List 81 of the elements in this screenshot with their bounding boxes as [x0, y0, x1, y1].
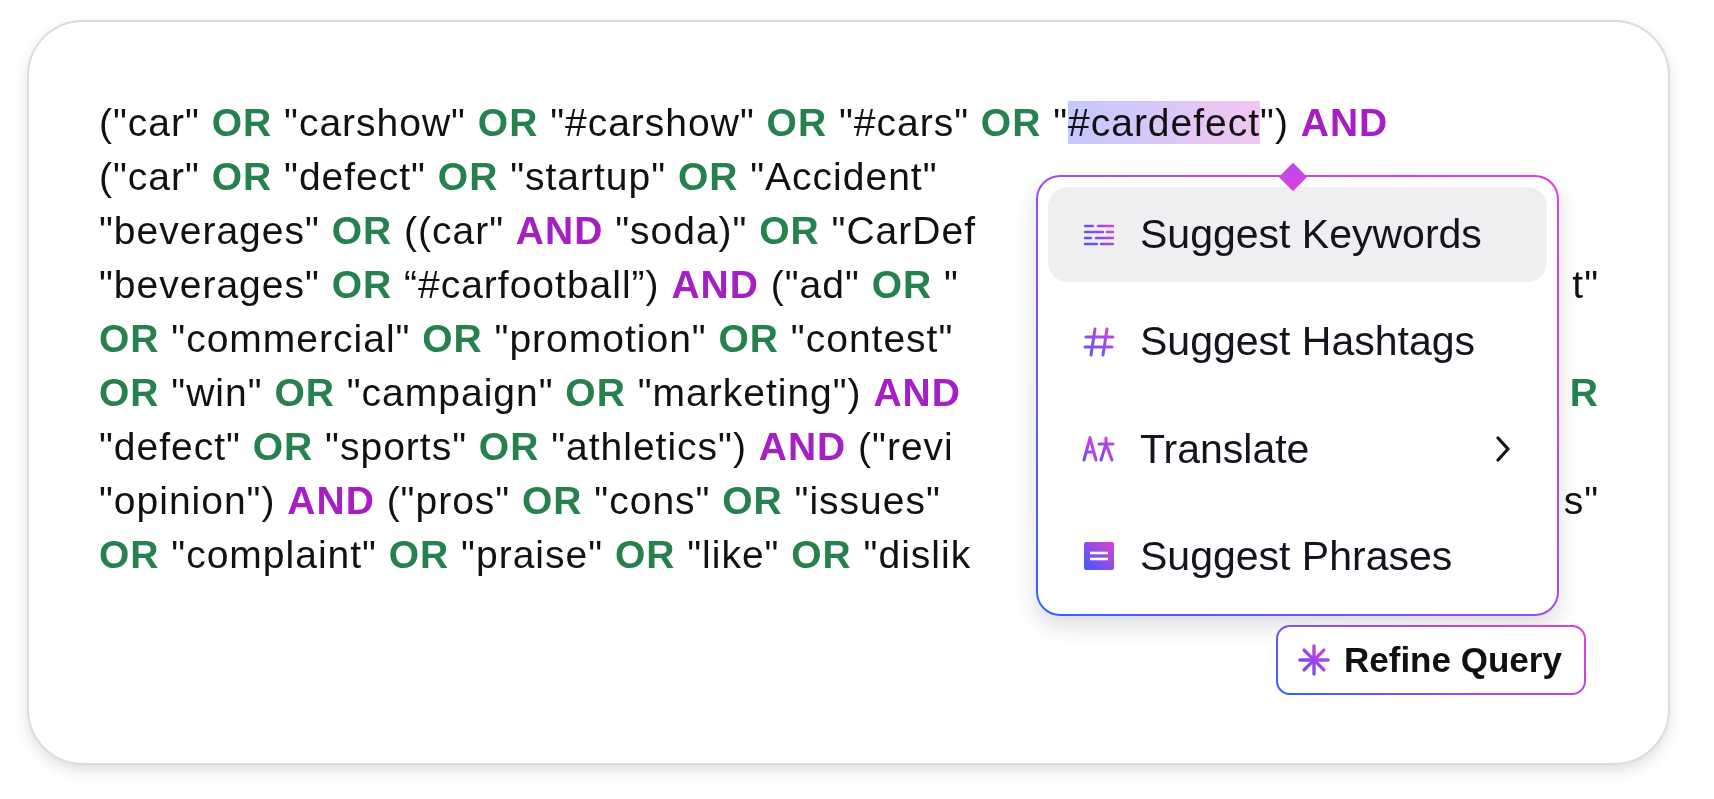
- hashtag-icon: [1082, 325, 1116, 358]
- or-operator: OR: [871, 263, 933, 306]
- query-text: "commercial": [170, 317, 412, 360]
- query-text: ("pros": [385, 479, 512, 522]
- or-operator: OR: [331, 263, 393, 306]
- or-operator: OR: [331, 209, 393, 252]
- query-text: "dislik: [862, 533, 972, 576]
- or-operator: OR: [980, 101, 1042, 144]
- or-operator: OR: [565, 371, 626, 414]
- query-text: "cons": [593, 479, 712, 522]
- or-operator: OR: [99, 371, 160, 414]
- or-operator: OR: [99, 533, 160, 576]
- or-operator: OR: [252, 425, 314, 468]
- query-text: "): [1260, 101, 1290, 144]
- highlighted-term: #cardefect: [1068, 101, 1261, 144]
- lines-icon: [1082, 222, 1116, 247]
- query-text: ("car": [99, 155, 201, 198]
- and-operator: AND: [515, 209, 604, 252]
- query-text: "#carshow": [549, 101, 756, 144]
- query-text: "beverages": [99, 209, 321, 252]
- query-text: "praise": [460, 533, 605, 576]
- query-text: "contest": [789, 317, 954, 360]
- query-text: ": [943, 263, 959, 306]
- refine-query-button[interactable]: Refine Query: [1276, 625, 1586, 695]
- or-operator: OR: [614, 533, 676, 576]
- query-text: "issues": [793, 479, 941, 522]
- or-operator: OR: [422, 317, 483, 360]
- query-text: ("revi: [857, 425, 954, 468]
- menu-item[interactable]: Translate: [1048, 401, 1547, 497]
- query-text: "Accident": [749, 155, 938, 198]
- query-text: "beverages": [99, 263, 321, 306]
- query-text: "CarDef: [830, 209, 976, 252]
- or-operator: OR: [99, 317, 160, 360]
- query-text: "like": [686, 533, 781, 576]
- or-operator: OR: [718, 317, 780, 360]
- query-text: "carshow": [283, 101, 467, 144]
- query-text: "marketing"): [636, 371, 863, 414]
- query-text: "soda)": [614, 209, 749, 252]
- text-block-icon: [1082, 541, 1116, 572]
- query-text: ": [1052, 101, 1068, 144]
- or-operator: OR: [791, 533, 852, 576]
- query-text: "defect": [99, 425, 242, 468]
- query-text: t": [1572, 262, 1599, 308]
- query-text: ((car": [403, 209, 505, 252]
- query-text: “#carfootball”): [403, 263, 661, 306]
- query-text: "campaign": [345, 371, 555, 414]
- or-operator: OR: [478, 425, 540, 468]
- menu-item[interactable]: Suggest Hashtags: [1048, 294, 1547, 390]
- or-operator: OR: [388, 533, 450, 576]
- query-text: "sports": [324, 425, 468, 468]
- query-text: "win": [170, 371, 264, 414]
- query-text: "startup": [509, 155, 668, 198]
- or-operator: OR: [677, 155, 739, 198]
- query-text: "opinion"): [99, 479, 277, 522]
- query-text: "#cars": [837, 101, 970, 144]
- or-operator: OR: [274, 371, 335, 414]
- or-operator: OR: [522, 479, 583, 522]
- query-text: s": [1563, 478, 1599, 524]
- and-operator: AND: [873, 371, 961, 414]
- query-text: ("ad": [769, 263, 861, 306]
- menu-item[interactable]: Suggest Keywords: [1048, 187, 1547, 283]
- or-operator: OR: [766, 101, 828, 144]
- asterisk-icon: [1298, 644, 1330, 676]
- menu-item[interactable]: Suggest Phrases: [1048, 508, 1547, 604]
- and-operator: AND: [287, 479, 375, 522]
- translate-icon: [1082, 436, 1116, 463]
- and-operator: AND: [671, 263, 759, 306]
- and-operator: AND: [1300, 101, 1389, 144]
- query-text: "defect": [283, 155, 427, 198]
- or-operator: R: [1569, 370, 1599, 416]
- query-text: ("car": [99, 101, 201, 144]
- query-text: "athletics"): [550, 425, 748, 468]
- query-text: "promotion": [493, 317, 708, 360]
- query-text: "complaint": [170, 533, 378, 576]
- or-operator: OR: [437, 155, 499, 198]
- or-operator: OR: [211, 155, 273, 198]
- or-operator: OR: [759, 209, 820, 252]
- or-operator: OR: [722, 479, 783, 522]
- and-operator: AND: [758, 425, 847, 468]
- or-operator: OR: [211, 101, 273, 144]
- or-operator: OR: [477, 101, 539, 144]
